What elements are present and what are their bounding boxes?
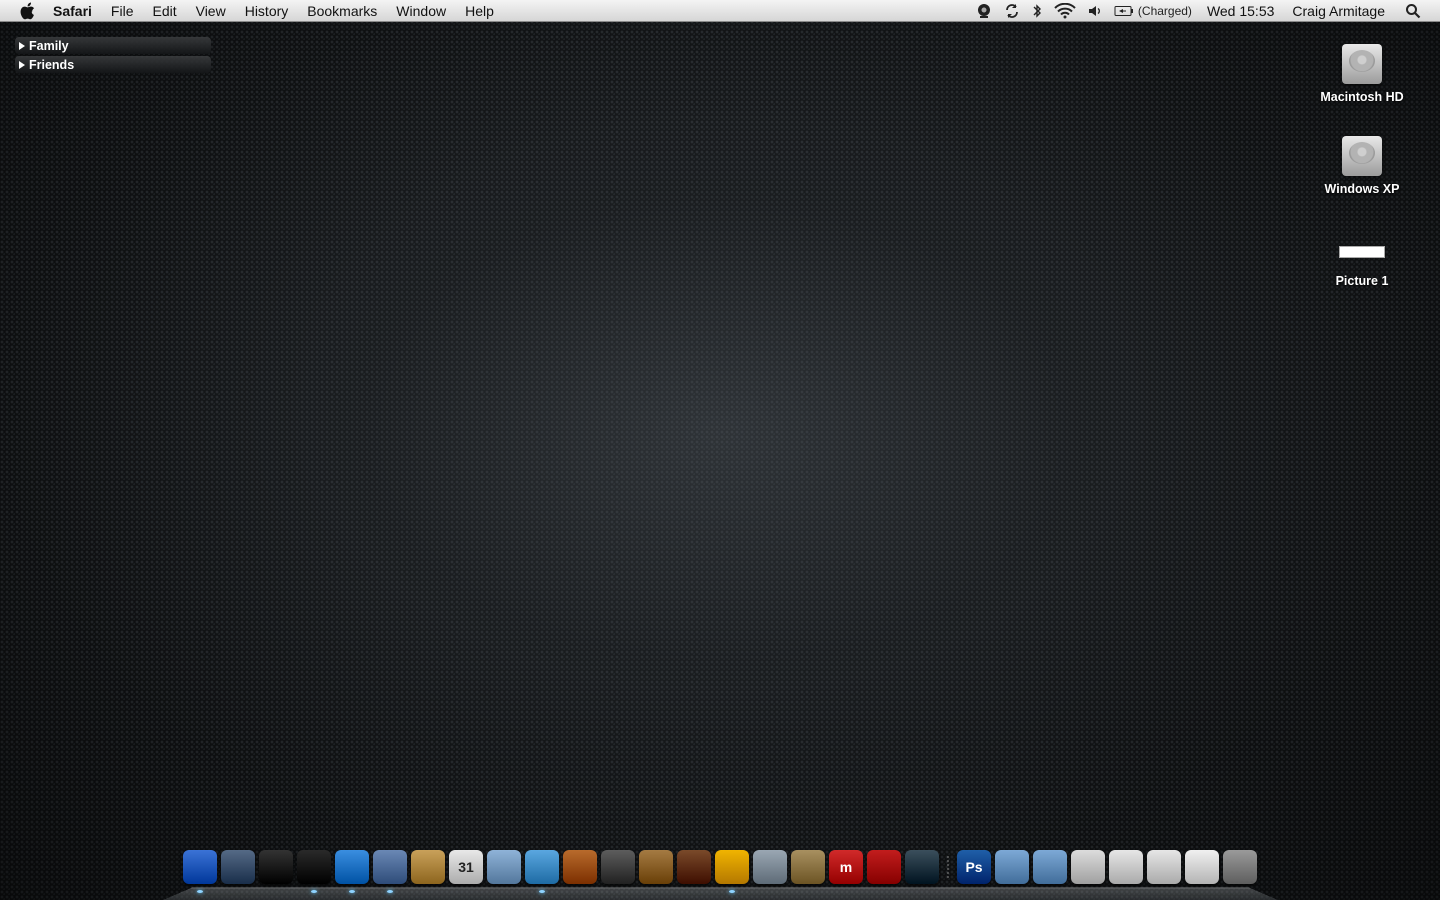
dock-item-archive-app-icon[interactable] (791, 850, 825, 884)
dock-item-quicksilver-icon[interactable] (297, 850, 331, 893)
sync-status-icon[interactable] (1004, 0, 1020, 22)
dock-item-minimized-window-icon[interactable] (1185, 850, 1219, 884)
menu-view[interactable]: View (196, 3, 226, 19)
fast-user-switch[interactable]: Craig Armitage (1292, 3, 1385, 19)
disclosure-triangle-icon[interactable] (19, 41, 25, 50)
battery-icon[interactable] (1114, 0, 1134, 22)
volume-icon[interactable] (1088, 0, 1102, 22)
dock-item-trash-icon[interactable] (1223, 850, 1257, 884)
dock-item-mail-icon[interactable] (373, 850, 407, 893)
dock-item-dashboard-icon[interactable] (259, 850, 293, 884)
menu-window[interactable]: Window (396, 3, 446, 19)
dock-item-documents-folder-icon[interactable] (1033, 850, 1067, 884)
dock-item-ical-icon[interactable]: 31 (449, 850, 483, 884)
dock-item-keynote-icon[interactable] (639, 850, 673, 884)
hard-drive-icon (1314, 32, 1410, 84)
dock-item-iphoto-icon[interactable] (563, 850, 597, 884)
dock-item-chat-app-icon[interactable] (715, 850, 749, 893)
dock-item-xcode-icon[interactable] (487, 850, 521, 884)
spotlight-search-icon[interactable] (1405, 0, 1421, 22)
menubar-clock[interactable]: Wed 15:53 (1207, 3, 1274, 19)
dock-shelf (163, 887, 1278, 900)
dock-item-miro-icon[interactable]: m (829, 850, 863, 884)
dock-item-itunes-icon[interactable] (525, 850, 559, 893)
running-indicator (197, 890, 203, 893)
dock-item-garageband-icon[interactable] (677, 850, 711, 884)
hard-drive-icon (1314, 124, 1410, 176)
group-family[interactable]: Family (15, 37, 211, 54)
running-indicator (729, 890, 735, 893)
running-indicator (539, 890, 545, 893)
dock: 31 m Ps (163, 848, 1278, 900)
menu-extras: (Charged) Wed 15:53 Craig Armitage (976, 0, 1440, 22)
apple-menu-icon[interactable] (19, 2, 35, 20)
menu-history[interactable]: History (245, 3, 289, 19)
dock-item-safari-icon[interactable] (335, 850, 369, 893)
desktop-icon-label: Windows XP (1324, 182, 1400, 196)
dock-item-minimized-window-icon[interactable] (1109, 850, 1143, 884)
group-list-widget: Family Friends (15, 37, 211, 75)
group-label: Family (29, 38, 69, 53)
menu-bookmarks[interactable]: Bookmarks (307, 3, 377, 19)
webcam-status-icon[interactable] (976, 0, 992, 22)
menu-file[interactable]: File (111, 3, 134, 19)
screenshot-file-icon (1314, 216, 1410, 268)
dock-item-glyph: Ps (965, 859, 983, 875)
battery-status-label[interactable]: (Charged) (1138, 4, 1192, 18)
desktop-background (0, 0, 1440, 900)
desktop-icon-picture-1[interactable]: Picture 1 (1314, 216, 1410, 288)
desktop-icon-macintosh-hd[interactable]: Macintosh HD (1314, 32, 1410, 104)
running-indicator (311, 890, 317, 893)
bluetooth-icon[interactable] (1032, 0, 1042, 22)
dock-item-minimized-window-icon[interactable] (1147, 850, 1181, 884)
wifi-icon[interactable] (1054, 0, 1076, 22)
disclosure-triangle-icon[interactable] (19, 60, 25, 69)
dock-item-glyph: 31 (458, 859, 474, 875)
dock-item-glyph: m (839, 859, 853, 875)
dock-item-finder-icon[interactable] (183, 850, 217, 893)
dock-item-photoshop-icon[interactable]: Ps (957, 850, 991, 884)
desktop-icon-label: Macintosh HD (1320, 90, 1404, 104)
dock-item-time-machine-icon[interactable] (905, 850, 939, 884)
dock-item-transmit-icon[interactable] (753, 850, 787, 884)
dock-item-address-book-icon[interactable] (411, 850, 445, 884)
desktop-icon-windows-xp[interactable]: Windows XP (1314, 124, 1410, 196)
menu-app-safari[interactable]: Safari (53, 3, 92, 19)
dock-item-applications-folder-icon[interactable] (995, 850, 1029, 884)
desktop-icon-label: Picture 1 (1335, 274, 1389, 288)
group-label: Friends (29, 57, 75, 72)
dock-item-dashboard-spaces-icon[interactable] (221, 850, 255, 884)
menu-edit[interactable]: Edit (152, 3, 176, 19)
dock-separator (943, 850, 953, 884)
running-indicator (387, 890, 393, 893)
menu-bar: Safari File Edit View History Bookmarks … (0, 0, 1440, 22)
group-friends[interactable]: Friends (15, 56, 211, 73)
dock-item-front-row-icon[interactable] (867, 850, 901, 884)
dock-items: 31 m Ps (183, 850, 1261, 893)
dock-item-imovie-icon[interactable] (601, 850, 635, 884)
menu-help[interactable]: Help (465, 3, 494, 19)
dock-item-downloads-stack-icon[interactable] (1071, 850, 1105, 884)
running-indicator (349, 890, 355, 893)
